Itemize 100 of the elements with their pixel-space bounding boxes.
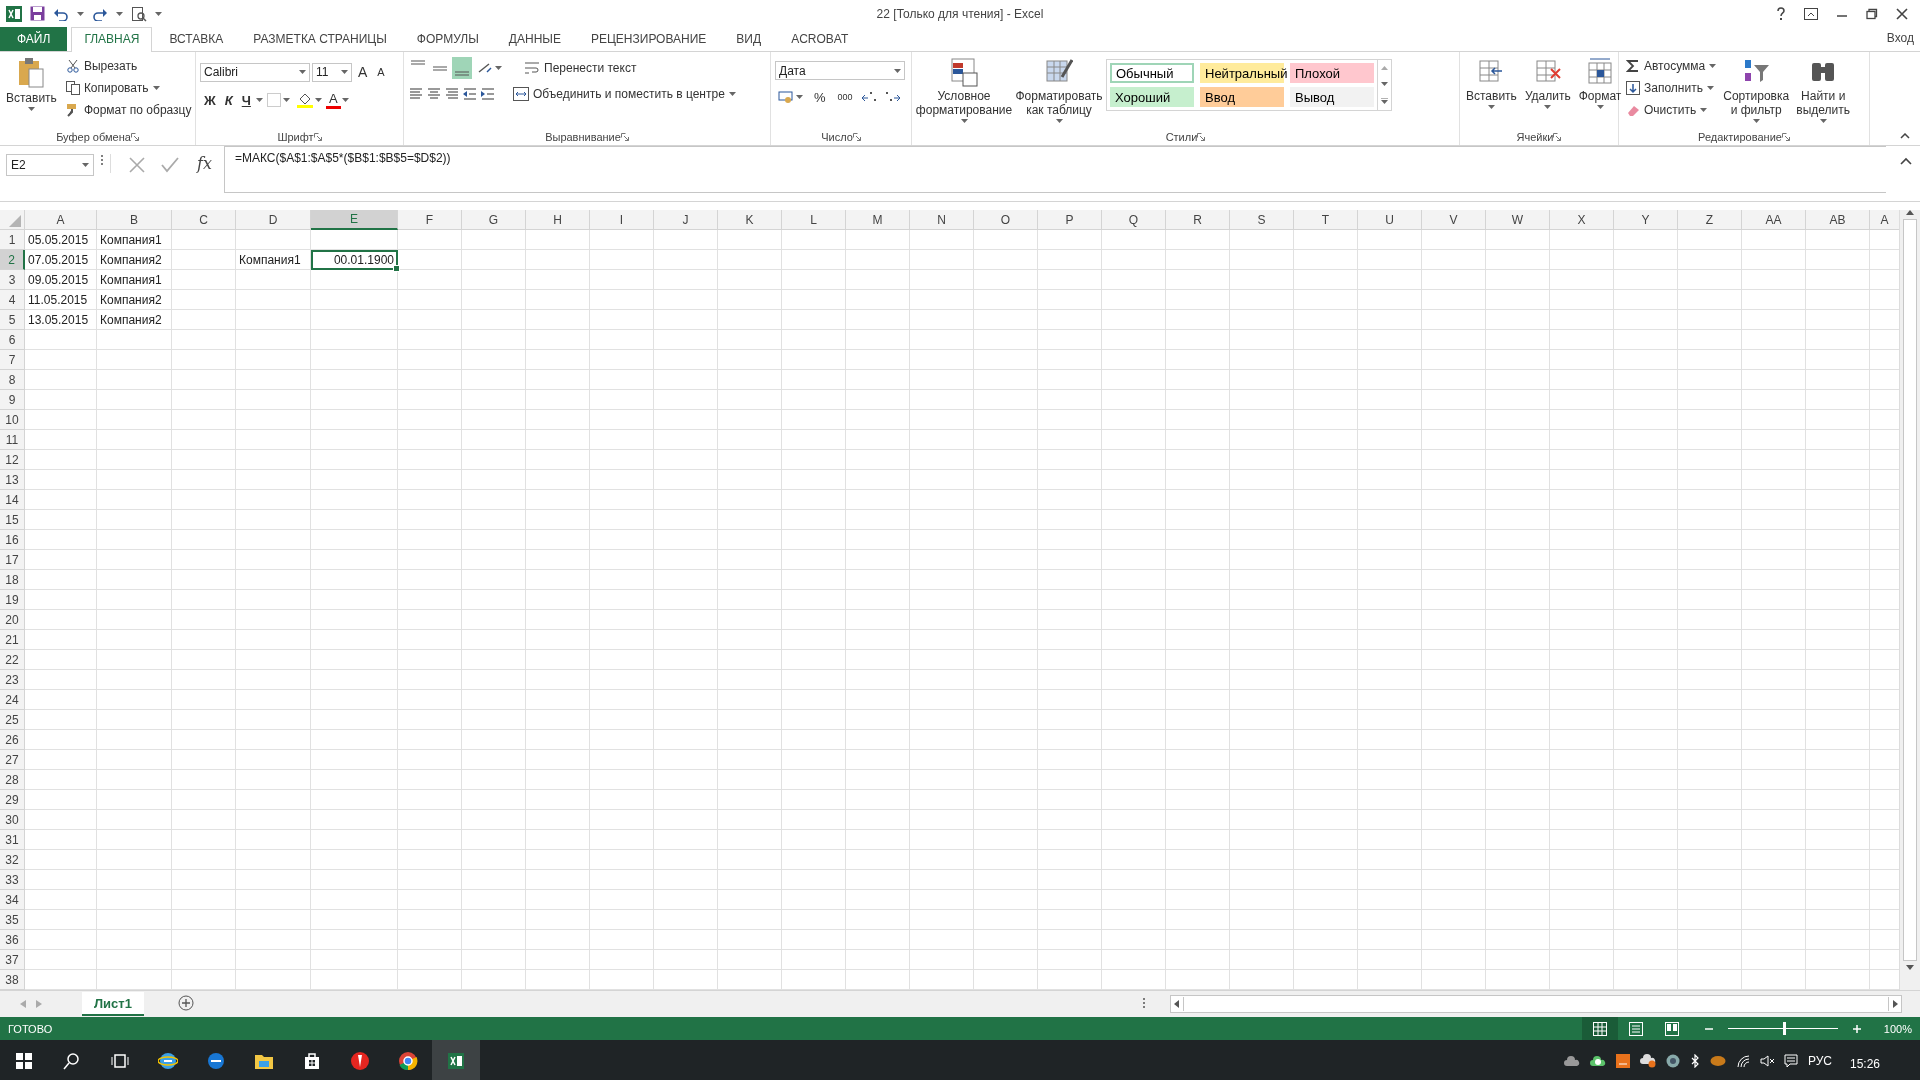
zoom-in-icon[interactable] <box>1851 1023 1862 1034</box>
row-header[interactable]: 25 <box>0 710 25 730</box>
caret-icon[interactable] <box>1055 119 1063 123</box>
row-header[interactable]: 30 <box>0 810 25 830</box>
sheet-tab[interactable]: Лист1 <box>82 992 144 1016</box>
oval-icon[interactable] <box>1709 1055 1726 1067</box>
column-header[interactable]: S <box>1230 210 1294 230</box>
language-indicator[interactable]: РУС <box>1807 1054 1832 1068</box>
clear-button[interactable]: Очистить <box>1623 99 1720 121</box>
row-header[interactable]: 5 <box>0 310 25 330</box>
column-header[interactable]: K <box>718 210 782 230</box>
taskbar-button[interactable] <box>432 1040 480 1080</box>
row-header[interactable]: 26 <box>0 730 25 750</box>
more-options-icon[interactable] <box>1142 996 1146 1009</box>
row-header[interactable]: 31 <box>0 830 25 850</box>
caret-icon[interactable] <box>495 66 502 70</box>
column-header[interactable]: L <box>782 210 846 230</box>
row-header[interactable]: 18 <box>0 570 25 590</box>
ribbon-tab[interactable]: ВСТАВКА <box>156 27 237 51</box>
dialog-launcher-icon[interactable] <box>1197 133 1206 141</box>
bluetooth-icon[interactable] <box>1689 1054 1700 1068</box>
row-header[interactable]: 24 <box>0 690 25 710</box>
zoom-slider-thumb[interactable] <box>1782 1022 1786 1035</box>
row-header[interactable]: 27 <box>0 750 25 770</box>
ribbon-tab[interactable]: РАЗМЕТКА СТРАНИЦЫ <box>240 27 400 51</box>
thousands-button[interactable]: 000 <box>833 86 857 108</box>
row-header[interactable]: 7 <box>0 350 25 370</box>
scroll-down-icon[interactable] <box>1906 965 1914 970</box>
ribbon-tab[interactable]: ВИД <box>723 27 775 51</box>
caret-icon[interactable] <box>1709 64 1717 68</box>
format-as-table-button[interactable]: Форматировать как таблицу <box>1016 55 1102 129</box>
cell-style-button[interactable]: Вывод <box>1290 87 1374 107</box>
row-header[interactable]: 10 <box>0 410 25 430</box>
row-header[interactable]: 23 <box>0 670 25 690</box>
column-header[interactable]: E <box>311 210 398 230</box>
help-icon[interactable] <box>1776 6 1786 21</box>
caret-icon[interactable] <box>116 11 123 16</box>
ribbon-tab[interactable]: ACROBAT <box>778 27 862 51</box>
app-tile-icon[interactable] <box>1615 1054 1630 1068</box>
caret-icon[interactable] <box>796 95 803 99</box>
caret-icon[interactable] <box>314 98 322 102</box>
find-select-button[interactable]: Найти и выделить <box>1793 55 1854 129</box>
mute-icon[interactable] <box>1759 1054 1774 1068</box>
font-color-button[interactable]: A <box>325 91 341 109</box>
caret-icon[interactable] <box>728 92 736 96</box>
caret-icon[interactable] <box>1752 119 1760 123</box>
column-header[interactable]: W <box>1486 210 1550 230</box>
ribbon-tab[interactable]: РЕЦЕНЗИРОВАНИЕ <box>577 27 720 51</box>
file-tab[interactable]: ФАЙЛ <box>0 26 68 51</box>
row-header[interactable]: 29 <box>0 790 25 810</box>
expand-formula-bar-icon[interactable] <box>1900 157 1912 165</box>
column-header[interactable]: J <box>654 210 718 230</box>
dialog-launcher-icon[interactable] <box>1781 133 1790 141</box>
caret-icon[interactable] <box>894 68 901 73</box>
cloud-warning-icon[interactable] <box>1639 1054 1656 1068</box>
copy-button[interactable]: Копировать <box>62 77 195 99</box>
caret-icon[interactable] <box>82 163 89 167</box>
dialog-launcher-icon[interactable] <box>313 133 322 141</box>
column-header[interactable]: R <box>1166 210 1230 230</box>
row-header[interactable]: 15 <box>0 510 25 530</box>
clock[interactable]: 15:26 <box>1849 1051 1880 1071</box>
check-icon[interactable] <box>161 157 179 173</box>
cloud-icon[interactable] <box>1563 1055 1580 1067</box>
increase-indent-icon[interactable] <box>480 86 496 102</box>
cell-style-button[interactable]: Обычный <box>1110 63 1194 83</box>
row-header[interactable]: 20 <box>0 610 25 630</box>
row-header[interactable]: 21 <box>0 630 25 650</box>
column-header[interactable]: A <box>1870 210 1899 230</box>
scroll-up-icon[interactable] <box>1906 210 1914 215</box>
bold-button[interactable]: Ж <box>200 89 220 111</box>
insert-function-button[interactable]: fx <box>191 154 218 173</box>
percent-button[interactable]: % <box>810 86 830 108</box>
save-icon[interactable] <box>30 6 45 21</box>
column-header[interactable]: X <box>1550 210 1614 230</box>
fill-button[interactable]: Заполнить <box>1623 77 1720 99</box>
column-header[interactable]: V <box>1422 210 1486 230</box>
fill-handle[interactable] <box>393 265 400 272</box>
dialog-launcher-icon[interactable] <box>620 133 629 141</box>
dialog-launcher-icon[interactable] <box>852 133 861 141</box>
cut-button[interactable]: Вырезать <box>62 55 195 77</box>
row-header[interactable]: 1 <box>0 230 25 250</box>
caret-icon[interactable] <box>152 86 160 90</box>
cloud-sync-icon[interactable] <box>1589 1054 1606 1068</box>
row-header[interactable]: 14 <box>0 490 25 510</box>
row-header[interactable]: 19 <box>0 590 25 610</box>
row-header[interactable]: 2 <box>0 250 25 270</box>
caret-icon[interactable] <box>341 98 349 102</box>
column-header[interactable]: G <box>462 210 526 230</box>
row-header[interactable]: 28 <box>0 770 25 790</box>
row-header[interactable]: 35 <box>0 910 25 930</box>
disc-icon[interactable] <box>1665 1054 1680 1068</box>
caret-icon[interactable] <box>282 98 290 102</box>
row-header[interactable]: 36 <box>0 930 25 950</box>
column-header[interactable]: Y <box>1614 210 1678 230</box>
sign-in-link[interactable]: Вход <box>1880 31 1920 51</box>
caret-icon[interactable] <box>1819 119 1827 123</box>
ribbon-tab[interactable]: ГЛАВНАЯ <box>71 27 153 52</box>
align-text-icon[interactable] <box>426 86 442 102</box>
dialog-launcher-icon[interactable] <box>130 133 139 141</box>
caret-icon[interactable] <box>341 70 348 74</box>
